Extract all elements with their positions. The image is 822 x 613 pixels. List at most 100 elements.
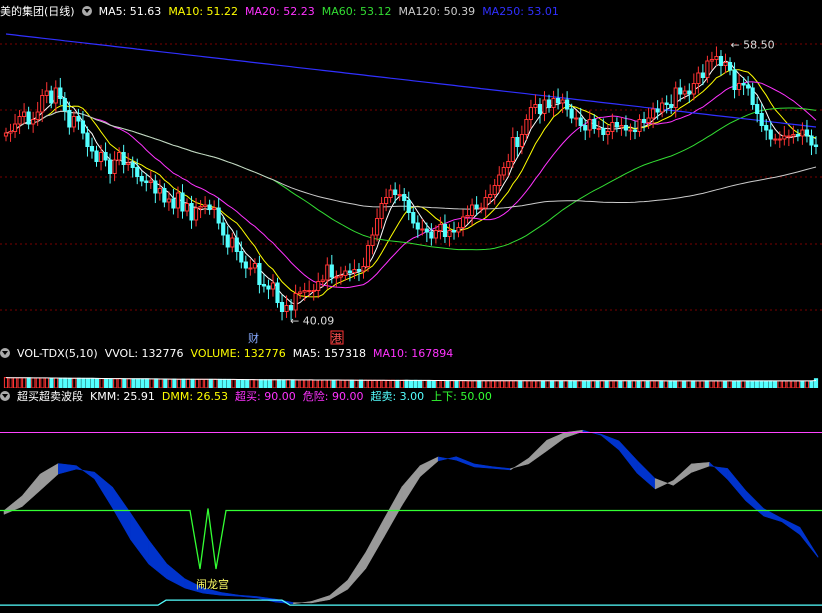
band-rising (293, 601, 312, 605)
candle-down (515, 137, 520, 147)
volume-bar (213, 378, 218, 388)
volume-bar (777, 380, 782, 388)
volume-bar (472, 380, 477, 388)
marker-cai: 财 (248, 331, 259, 345)
band-rising (311, 595, 330, 604)
candle-down (89, 146, 95, 152)
candle-up (334, 276, 339, 279)
candle-up (53, 87, 58, 104)
price-legend-item: MA5: 51.63 (98, 5, 162, 18)
candle-up (379, 203, 384, 219)
band-rising (401, 464, 421, 507)
volume-bar (440, 380, 445, 388)
volume-bar (686, 380, 691, 388)
candle-down (569, 108, 574, 119)
collapse-icon[interactable] (0, 391, 10, 401)
volume-bar (67, 377, 72, 388)
band-falling (220, 592, 240, 597)
candle-down (289, 305, 294, 311)
volume-bar (317, 379, 323, 388)
band-falling (474, 463, 493, 469)
candle-up (166, 198, 171, 203)
candle-up (8, 131, 13, 134)
band-falling (799, 526, 819, 559)
candle-down (76, 116, 81, 122)
volume-bar (513, 380, 518, 388)
indicator-legend-item: 上下: 50.00 (431, 390, 492, 403)
volume-legend-item: MA10: 167894 (373, 347, 454, 360)
candle-up (397, 194, 402, 196)
candle-down (402, 194, 407, 201)
volume-bar (445, 380, 450, 388)
candle-up (71, 116, 76, 128)
candle-down (565, 99, 570, 110)
collapse-icon[interactable] (81, 6, 92, 16)
band-rising (383, 485, 403, 539)
band-falling (618, 440, 638, 474)
candle-up (252, 263, 257, 269)
candle-up (637, 119, 642, 132)
candle-up (184, 203, 190, 212)
volume-bar (468, 380, 473, 388)
marker-gang: 港 (331, 332, 342, 345)
candle-up (22, 111, 27, 117)
collapse-icon[interactable] (0, 348, 10, 358)
candle-down (58, 87, 63, 99)
volume-bar (722, 380, 728, 388)
candle-up (736, 83, 742, 90)
candle-down (474, 204, 479, 209)
candle-up (651, 108, 656, 119)
indicator-legend-item: DMM: 26.53 (161, 390, 229, 403)
volume-bar (736, 380, 741, 388)
volume-bar (490, 380, 496, 388)
volume-bar (386, 379, 391, 388)
ma120-line (5, 110, 817, 210)
candle-up (370, 234, 375, 246)
volume-bar (563, 380, 568, 388)
band-falling (76, 465, 95, 480)
volume-bar (176, 378, 182, 388)
band-rising (546, 432, 566, 452)
candle-down (257, 263, 262, 285)
candle-down (130, 162, 135, 168)
candle-down (239, 251, 244, 263)
band-falling (148, 539, 168, 580)
volume-bar (358, 379, 364, 388)
band-rising (654, 478, 674, 490)
candle-up (470, 204, 475, 216)
candle-up (384, 197, 389, 204)
candle-up (560, 99, 565, 104)
volume-bar (140, 378, 145, 388)
volume-bar (741, 380, 746, 388)
volume-bar (782, 380, 787, 388)
candle-down (804, 129, 810, 137)
candle-up (791, 134, 796, 137)
candle-down (279, 302, 285, 312)
volume-bar (463, 380, 468, 388)
candle-down (94, 150, 99, 162)
candle-down (207, 204, 212, 210)
candle-down (144, 180, 149, 183)
candle-up (284, 305, 289, 312)
volume-bar (349, 379, 354, 388)
candle-down (546, 99, 552, 108)
candle-up (270, 282, 276, 290)
volume-bar (295, 379, 300, 388)
price-title: 美的集团(日线) (0, 5, 75, 18)
volume-bar (336, 379, 341, 388)
price-legend-item: MA20: 52.23 (245, 5, 315, 18)
volume-legend-item: VOL-TDX(5,10) (17, 347, 98, 360)
band-rising (564, 429, 584, 439)
volume-bar (276, 379, 282, 388)
candle-down (451, 230, 457, 233)
volume-bar (559, 380, 564, 388)
candle-up (479, 207, 484, 210)
volume-bar (281, 379, 286, 388)
candle-down (755, 104, 760, 114)
volume-bar (245, 379, 250, 388)
candle-down (49, 90, 54, 104)
volume-bar (154, 378, 159, 388)
volume-bar (208, 378, 213, 388)
volume-bar (745, 380, 750, 388)
candle-down (135, 167, 140, 177)
